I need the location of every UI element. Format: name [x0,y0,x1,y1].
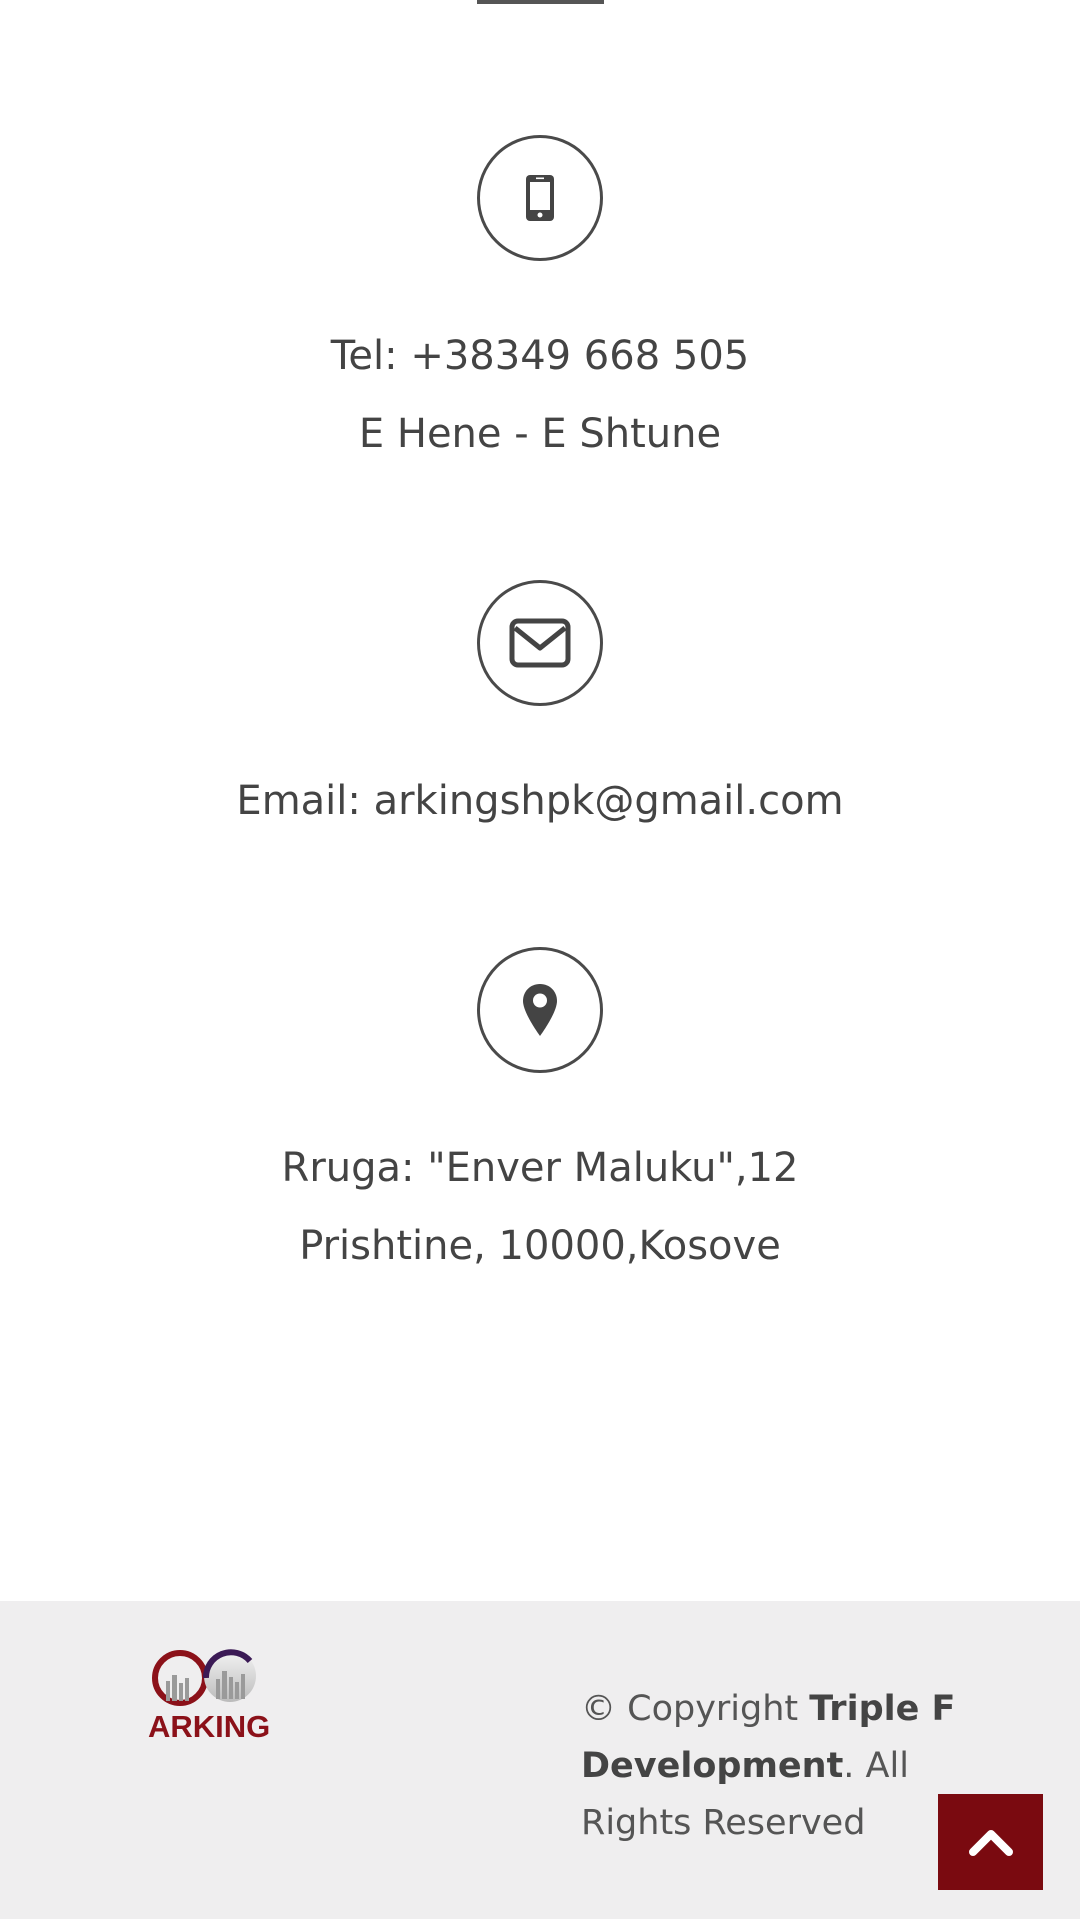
arking-logo[interactable]: ARKING [146,1641,271,1741]
email-address[interactable]: Email: arkingshpk@gmail.com [0,762,1080,840]
email-contact-block: Email: arkingshpk@gmail.com [0,580,1080,840]
envelope-icon [509,618,571,668]
phone-number[interactable]: Tel: +38349 668 505 [0,317,1080,395]
section-divider [477,0,604,4]
chevron-up-icon [968,1830,1013,1856]
mobile-phone-icon [526,175,554,221]
footer: ARKING © Copyright Triple F Development.… [0,1601,1080,1919]
back-to-top-button[interactable] [938,1794,1043,1890]
phone-contact-block: Tel: +38349 668 505 E Hene - E Shtune [0,135,1080,473]
email-icon-circle [477,580,603,706]
phone-icon-circle [477,135,603,261]
street-address: Rruga: "Enver Maluku",12 [281,1145,799,1191]
address-contact-block: Rruga: "Enver Maluku",12 Prishtine, 1000… [0,947,1080,1285]
working-days: E Hene - E Shtune [358,411,722,457]
address-icon-circle [477,947,603,1073]
svg-text:ARKING: ARKING [148,1709,270,1741]
city-address: Prishtine, 10000,Kosove [299,1223,781,1269]
map-pin-icon [523,984,557,1036]
copyright-text: © Copyright Triple F Development. All Ri… [581,1689,956,1843]
